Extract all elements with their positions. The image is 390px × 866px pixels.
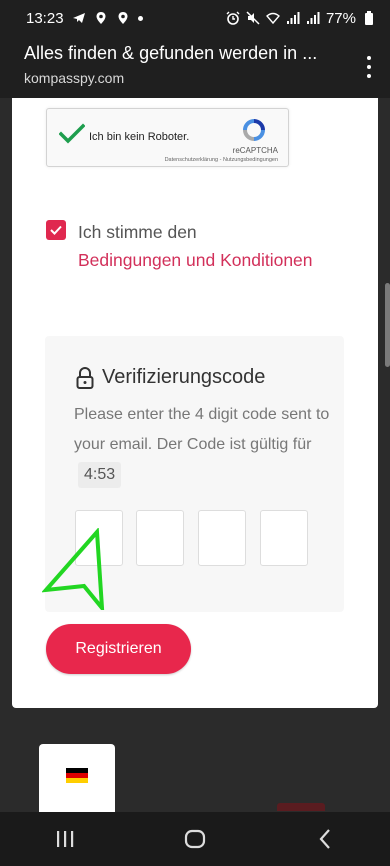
battery-percentage: 77% — [325, 9, 356, 27]
code-digit-3-input[interactable] — [198, 510, 246, 566]
check-icon — [50, 225, 62, 235]
verification-heading: Verifizierungscode — [76, 366, 265, 389]
location-icon — [118, 12, 128, 24]
registration-card: Ich bin kein Roboter. reCAPTCHA Datensch… — [12, 98, 378, 708]
recaptcha-widget[interactable]: Ich bin kein Roboter. reCAPTCHA Datensch… — [46, 108, 289, 167]
lock-icon — [76, 366, 94, 389]
kebab-menu-icon[interactable] — [366, 56, 372, 78]
checkmark-icon[interactable] — [59, 123, 85, 145]
verification-description: Please enter the 4 digit code sent to yo… — [74, 400, 334, 490]
wifi-icon — [265, 12, 280, 25]
scrollbar-thumb[interactable] — [385, 283, 390, 367]
germany-flag-icon — [66, 768, 88, 783]
terms-link[interactable]: Bedingungen und Konditionen — [78, 250, 313, 270]
status-time: 13:23 — [26, 9, 64, 27]
notification-dot-icon — [137, 15, 143, 21]
alarm-icon — [226, 11, 240, 25]
mute-icon — [246, 11, 260, 25]
terms-checkbox[interactable] — [46, 220, 66, 240]
terms-consent-text: Ich stimme den Bedingungen und Kondition… — [78, 218, 318, 274]
recaptcha-brand: reCAPTCHA — [232, 146, 278, 155]
signal-icon — [286, 12, 300, 24]
code-digit-4-input[interactable] — [260, 510, 308, 566]
back-icon[interactable] — [295, 819, 355, 859]
page-url[interactable]: kompasspy.com — [24, 70, 350, 86]
home-icon[interactable] — [165, 819, 225, 859]
language-selector[interactable] — [39, 744, 115, 816]
register-button[interactable]: Registrieren — [46, 624, 191, 674]
signal-icon — [306, 12, 320, 24]
recaptcha-logo-icon — [243, 119, 265, 141]
system-navigation-bar — [0, 812, 390, 866]
code-digit-2-input[interactable] — [136, 510, 184, 566]
verification-title: Verifizierungscode — [102, 366, 266, 388]
recent-apps-icon[interactable] — [35, 819, 95, 859]
status-bar: 13:23 77% — [0, 0, 390, 36]
chat-widget-tab[interactable] — [277, 803, 325, 811]
browser-app-bar: Alles finden & gefunden werden in ... ko… — [0, 36, 390, 98]
verification-text: Please enter the 4 digit code sent to yo… — [74, 406, 330, 453]
pointer-arrow-icon — [42, 528, 105, 610]
telegram-icon — [72, 13, 85, 23]
battery-icon — [365, 11, 373, 25]
recaptcha-label: Ich bin kein Roboter. — [89, 131, 190, 143]
terms-prefix: Ich stimme den — [78, 222, 197, 242]
page-title[interactable]: Alles finden & gefunden werden in ... — [24, 43, 350, 64]
location-icon — [96, 12, 106, 24]
recaptcha-terms-link[interactable]: Datenschutzerklärung - Nutzungsbedingung… — [165, 157, 278, 163]
countdown-timer: 4:53 — [78, 462, 122, 488]
